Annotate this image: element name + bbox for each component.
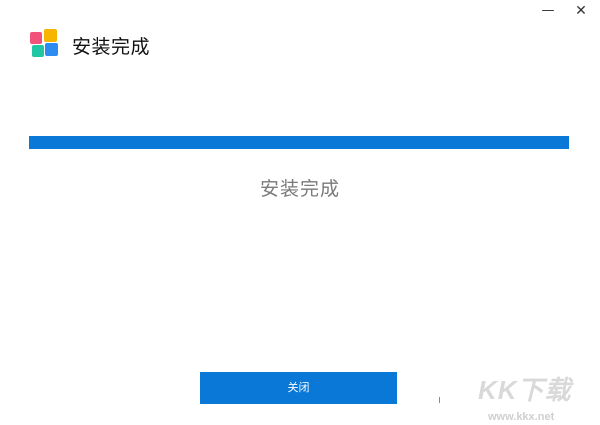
progress-fill xyxy=(29,136,569,149)
install-progress-bar xyxy=(29,136,569,149)
divider-mark xyxy=(439,397,440,403)
window-close-button[interactable]: ✕ xyxy=(566,2,596,20)
installer-window: — ✕ 安装完成 安装完成 关闭 KK下载 www.kkx.net xyxy=(0,0,600,425)
app-logo-icon xyxy=(30,29,58,57)
logo-tile-pink xyxy=(30,32,42,44)
minimize-button[interactable]: — xyxy=(533,2,563,20)
logo-tile-green xyxy=(32,45,44,57)
page-title: 安装完成 xyxy=(72,36,151,58)
status-message: 安装完成 xyxy=(259,178,340,200)
logo-tile-blue xyxy=(45,43,58,56)
logo-tile-yellow xyxy=(44,29,57,42)
watermark-logo: KK下载 xyxy=(478,375,572,405)
watermark-url: www.kkx.net xyxy=(488,411,555,423)
close-button[interactable]: 关闭 xyxy=(200,372,397,404)
